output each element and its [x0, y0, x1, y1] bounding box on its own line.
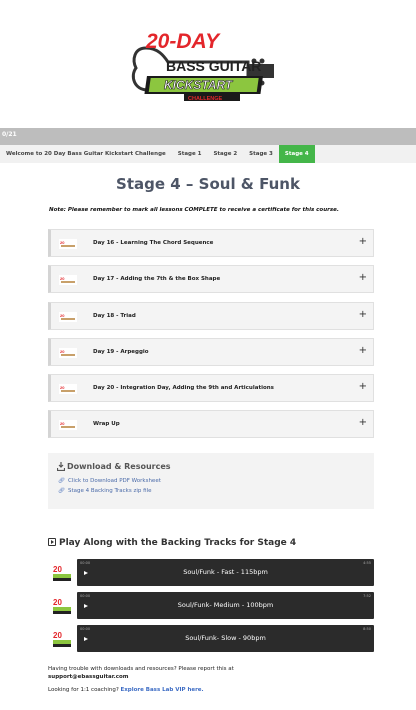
- lesson-accordion-item[interactable]: 20 Day 18 - Triad +: [48, 302, 374, 330]
- track-current-time: 00:00: [80, 561, 91, 565]
- audio-track: 20 00:00 4:55 Soul/Funk - Fast - 115bpm: [48, 559, 374, 586]
- logo-bass-guitar-text: BASS GUITAR: [166, 58, 261, 74]
- playalong-heading: Play Along with the Backing Tracks for S…: [48, 538, 296, 548]
- track-duration: 7:52: [363, 594, 371, 598]
- svg-text:20: 20: [53, 598, 62, 607]
- pdf-worksheet-link[interactable]: 🔗︎ Click to Download PDF Worksheet: [58, 478, 161, 484]
- lesson-title: Day 19 - Arpeggio: [93, 349, 149, 355]
- lesson-accordion-item[interactable]: 20 Day 17 - Adding the 7th & the Box Sha…: [48, 265, 374, 293]
- track-artwork-icon: 20: [51, 628, 73, 650]
- resources-title: Download & Resources: [67, 462, 171, 471]
- track-current-time: 00:00: [80, 594, 91, 598]
- svg-text:20: 20: [60, 349, 65, 354]
- svg-text:20: 20: [60, 313, 65, 318]
- track-current-time: 00:00: [80, 627, 91, 631]
- svg-text:20: 20: [60, 240, 65, 245]
- lesson-thumbnail-icon: 20: [59, 239, 77, 249]
- track-duration: 4:55: [363, 561, 371, 565]
- backing-tracks-zip-label: Stage 4 Backing Tracks zip file: [67, 488, 152, 494]
- expand-plus-icon[interactable]: +: [359, 273, 367, 283]
- bass-lab-vip-link[interactable]: Explore Bass Lab VIP here.: [121, 687, 204, 693]
- expand-plus-icon[interactable]: +: [359, 310, 367, 320]
- progress-bar: 0/21: [0, 128, 416, 145]
- track-duration: 8:50: [363, 627, 371, 631]
- audio-player[interactable]: 00:00 4:55 Soul/Funk - Fast - 115bpm: [77, 559, 374, 586]
- svg-text:20: 20: [60, 385, 65, 390]
- lesson-title: Day 16 - Learning The Chord Sequence: [93, 240, 214, 246]
- svg-text:20: 20: [53, 565, 62, 574]
- expand-plus-icon[interactable]: +: [359, 237, 367, 247]
- lesson-accordion-item[interactable]: 20 Day 16 - Learning The Chord Sequence …: [48, 229, 374, 257]
- lesson-thumbnail-icon: 20: [59, 275, 77, 285]
- audio-player[interactable]: 00:00 8:50 Soul/Funk- Slow - 90bpm: [77, 625, 374, 652]
- track-title: Soul/Funk- Medium - 100bpm: [177, 601, 274, 609]
- audio-player[interactable]: 00:00 7:52 Soul/Funk- Medium - 100bpm: [77, 592, 374, 619]
- lesson-thumbnail-icon: 20: [59, 384, 77, 394]
- lesson-thumbnail-icon: 20: [59, 420, 77, 430]
- expand-plus-icon[interactable]: +: [359, 418, 367, 428]
- link-icon: 🔗︎: [58, 478, 65, 484]
- expand-plus-icon[interactable]: +: [359, 382, 367, 392]
- lesson-thumbnail-icon: 20: [59, 312, 77, 322]
- support-message: Having trouble with downloads and resour…: [48, 666, 234, 672]
- lesson-accordion-item[interactable]: 20 Day 20 - Integration Day, Adding the …: [48, 374, 374, 402]
- resources-panel: Download & Resources 🔗︎ Click to Download…: [48, 453, 374, 509]
- svg-text:20: 20: [60, 421, 65, 426]
- download-icon: [57, 462, 65, 471]
- link-icon: 🔗︎: [58, 488, 65, 494]
- playalong-title: Play Along with the Backing Tracks for S…: [59, 538, 297, 548]
- tab-stage-4[interactable]: Stage 4: [278, 145, 315, 163]
- audio-track: 20 00:00 7:52 Soul/Funk- Medium - 100bpm: [48, 592, 374, 619]
- support-text: Having trouble with downloads and resour…: [48, 665, 234, 681]
- track-artwork-icon: 20: [51, 595, 73, 617]
- tab-stage-3[interactable]: Stage 3: [243, 145, 279, 163]
- svg-text:20: 20: [53, 631, 62, 640]
- lesson-title: Day 20 - Integration Day, Adding the 9th…: [93, 385, 274, 391]
- coaching-prefix: Looking for 1:1 coaching?: [48, 687, 119, 693]
- support-email[interactable]: support@ebassguitar.com: [48, 674, 128, 680]
- logo-area: 20-DAY BASS GUITAR KICKSTART CHALLENGE: [0, 0, 416, 128]
- expand-plus-icon[interactable]: +: [359, 346, 367, 356]
- lesson-accordion-item[interactable]: 20 Wrap Up +: [48, 410, 374, 438]
- coaching-text: Looking for 1:1 coaching? Explore Bass L…: [48, 687, 204, 693]
- tab-welcome[interactable]: Welcome to 20 Day Bass Guitar Kickstart …: [0, 145, 172, 163]
- backing-tracks-zip-link[interactable]: 🔗︎ Stage 4 Backing Tracks zip file: [58, 488, 152, 494]
- tab-stage-1[interactable]: Stage 1: [172, 145, 208, 163]
- play-square-icon: [48, 538, 56, 546]
- track-title: Soul/Funk - Fast - 115bpm: [183, 568, 268, 576]
- audio-track: 20 00:00 8:50 Soul/Funk- Slow - 90bpm: [48, 625, 374, 652]
- lesson-thumbnail-icon: 20: [59, 348, 77, 358]
- lesson-accordion-item[interactable]: 20 Day 19 - Arpeggio +: [48, 338, 374, 366]
- challenge-logo: 20-DAY BASS GUITAR KICKSTART CHALLENGE: [131, 30, 274, 102]
- page-title: Stage 4 – Soul & Funk: [116, 175, 300, 193]
- lesson-title: Wrap Up: [93, 421, 120, 427]
- svg-text:20: 20: [60, 276, 65, 281]
- tab-stage-2[interactable]: Stage 2: [207, 145, 243, 163]
- track-title: Soul/Funk- Slow - 90bpm: [185, 634, 266, 642]
- completion-note: Note: Please remember to mark all lesson…: [49, 207, 339, 213]
- logo-day-text: 20-DAY: [145, 30, 221, 53]
- pdf-worksheet-label: Click to Download PDF Worksheet: [67, 478, 161, 484]
- stage-tabs: Welcome to 20 Day Bass Guitar Kickstart …: [0, 145, 416, 163]
- logo-challenge-text: CHALLENGE: [188, 96, 223, 102]
- track-artwork-icon: 20: [51, 562, 73, 584]
- lesson-title: Day 18 - Triad: [93, 313, 136, 319]
- progress-count: 0/21: [2, 131, 17, 138]
- lesson-title: Day 17 - Adding the 7th & the Box Shape: [93, 276, 221, 282]
- logo-kickstart-text: KICKSTART: [164, 78, 234, 92]
